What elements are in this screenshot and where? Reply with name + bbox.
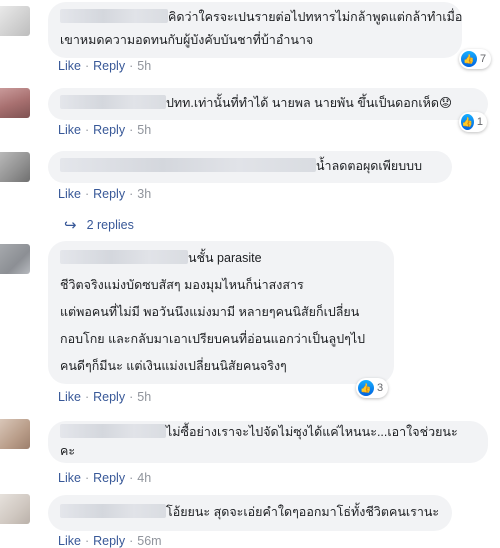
reply-link[interactable]: Reply [93,59,125,73]
blurred-author-name [60,158,316,172]
blurred-author-name [60,424,166,438]
reaction-count[interactable]: 👍 1 [459,112,487,132]
like-link[interactable]: Like [58,123,81,137]
avatar[interactable] [0,88,30,118]
comment-actions: Like · Reply · 56m [58,534,162,548]
comment-text: คะ [60,444,76,458]
comment-bubble: น้ำลดตอผุดเพียบบบ [48,151,452,183]
timestamp[interactable]: 4h [137,471,151,485]
thumbs-up-icon: 👍 [461,114,474,130]
comment-text: น้ำลดตอผุดเพียบบบ [316,159,423,173]
avatar[interactable] [0,152,30,182]
timestamp[interactable]: 56m [137,534,161,548]
reply-arrow-icon: ↪ [64,217,77,234]
comment-actions: Like · Reply · 4h [58,471,152,485]
reply-link[interactable]: Reply [93,123,125,137]
blurred-author-name [60,250,188,264]
comment-bubble: โอ้ยยนะ สุดจะเอ่ยคำใดๆออกมาโธ่ทั้งชีวิตค… [48,495,452,531]
comment-bubble: ไม่ซื้อย่างเราจะไปจัดไม่ซุงได้แค่ไหนนะ..… [48,421,488,463]
timestamp[interactable]: 5h [137,59,151,73]
like-link[interactable]: Like [58,390,81,404]
comment-text: โอ้ยยนะ สุดจะเอ่ยคำใดๆออกมาโธ่ทั้งชีวิตค… [166,505,440,519]
reply-link[interactable]: Reply [93,390,125,404]
comment-actions: Like · Reply · 5h [58,390,152,404]
reaction-count[interactable]: 👍 3 [356,378,388,398]
thumbs-up-icon: 👍 [461,51,477,67]
reply-link[interactable]: Reply [93,534,125,548]
comment-text: คิดว่าใครจะเปนรายต่อไปทหารไม่กล้าพูดแต่ก… [168,10,463,24]
comment-actions: Like · Reply · 5h [58,59,152,73]
reaction-count[interactable]: 👍 7 [459,49,491,69]
comment-text: แต่พอคนที่ไม่มี พอวันนึงแม่งมามี หลายๆคน… [60,305,360,319]
comment-text: ปทท.เท่านั้นที่ทำได้ นายพล นายพัน ขึ้นเป… [166,96,452,110]
comment-text: คนดีๆก็มีนะ แต่เงินแม่งเปลี่ยนนิสัยคนจริ… [60,359,287,373]
avatar[interactable] [0,6,30,36]
blurred-author-name [60,9,168,23]
timestamp[interactable]: 5h [137,123,151,137]
comment-bubble: นชั้น parasite ชีวิตจริงแม่งบัดซบสัสๆ มอ… [48,241,394,384]
avatar[interactable] [0,244,30,274]
view-replies-link[interactable]: ↪ 2 replies [64,216,134,234]
avatar[interactable] [0,419,30,449]
comment-text: ชีวิตจริงแม่งบัดซบสัสๆ มองมุมไหนก็น่าสงส… [60,278,304,292]
timestamp[interactable]: 3h [137,187,151,201]
blurred-author-name [60,504,166,518]
comment-text: ไม่ซื้อย่างเราจะไปจัดไม่ซุงได้แค่ไหนนะ..… [166,425,458,439]
comment-text: นชั้น parasite [188,251,262,265]
thumbs-up-icon: 👍 [358,380,374,396]
reply-link[interactable]: Reply [93,471,125,485]
reply-link[interactable]: Reply [93,187,125,201]
like-link[interactable]: Like [58,59,81,73]
comment-text: เขาหมดความอดทนกับผู้บังคับบันชาที่บ้าอำน… [60,33,314,47]
comment-bubble: ปทท.เท่านั้นที่ทำได้ นายพล นายพัน ขึ้นเป… [48,88,488,120]
comment-actions: Like · Reply · 3h [58,187,152,201]
timestamp[interactable]: 5h [137,390,151,404]
avatar[interactable] [0,494,30,524]
like-link[interactable]: Like [58,534,81,548]
comment-actions: Like · Reply · 5h [58,123,152,137]
blurred-author-name [60,95,166,109]
comment-text: กอบโกย และกลับมาเอาเปรียบคนที่อ่อนแอกว่า… [60,332,366,346]
like-link[interactable]: Like [58,471,81,485]
comment-bubble: คิดว่าใครจะเปนรายต่อไปทหารไม่กล้าพูดแต่ก… [48,2,462,58]
like-link[interactable]: Like [58,187,81,201]
